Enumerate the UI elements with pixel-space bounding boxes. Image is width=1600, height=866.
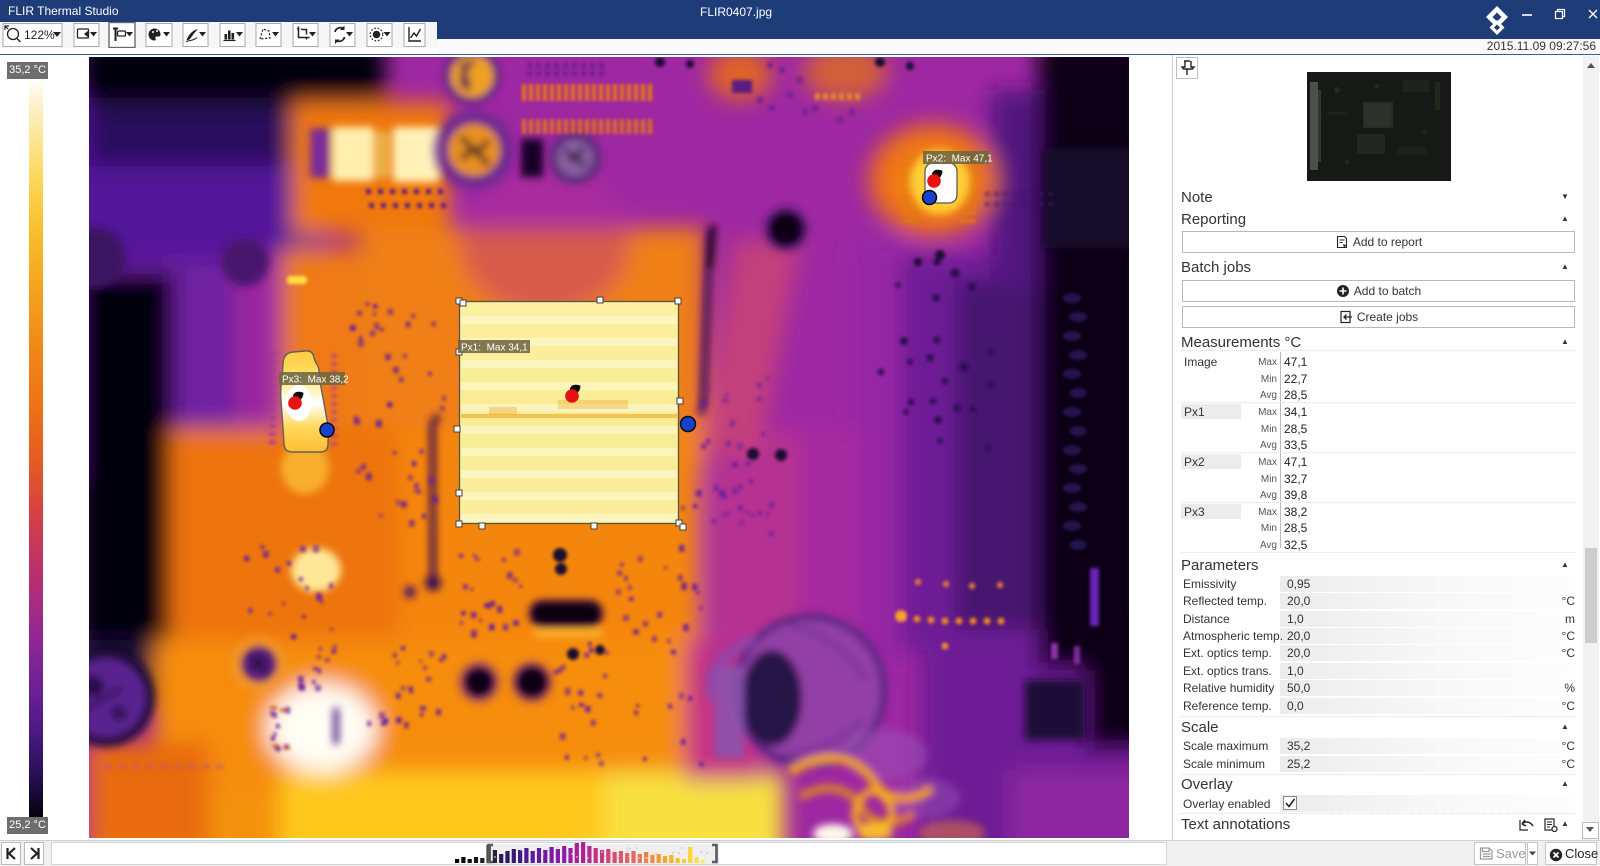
svg-text:Px3: Max 38,2: Px3: Max 38,2 <box>282 374 349 385</box>
svg-text:122%: 122% <box>24 28 55 42</box>
svg-text:Px1: Max 34,1: Px1: Max 34,1 <box>461 342 528 353</box>
svg-text:Px2: Max 47,1: Px2: Max 47,1 <box>926 153 993 164</box>
